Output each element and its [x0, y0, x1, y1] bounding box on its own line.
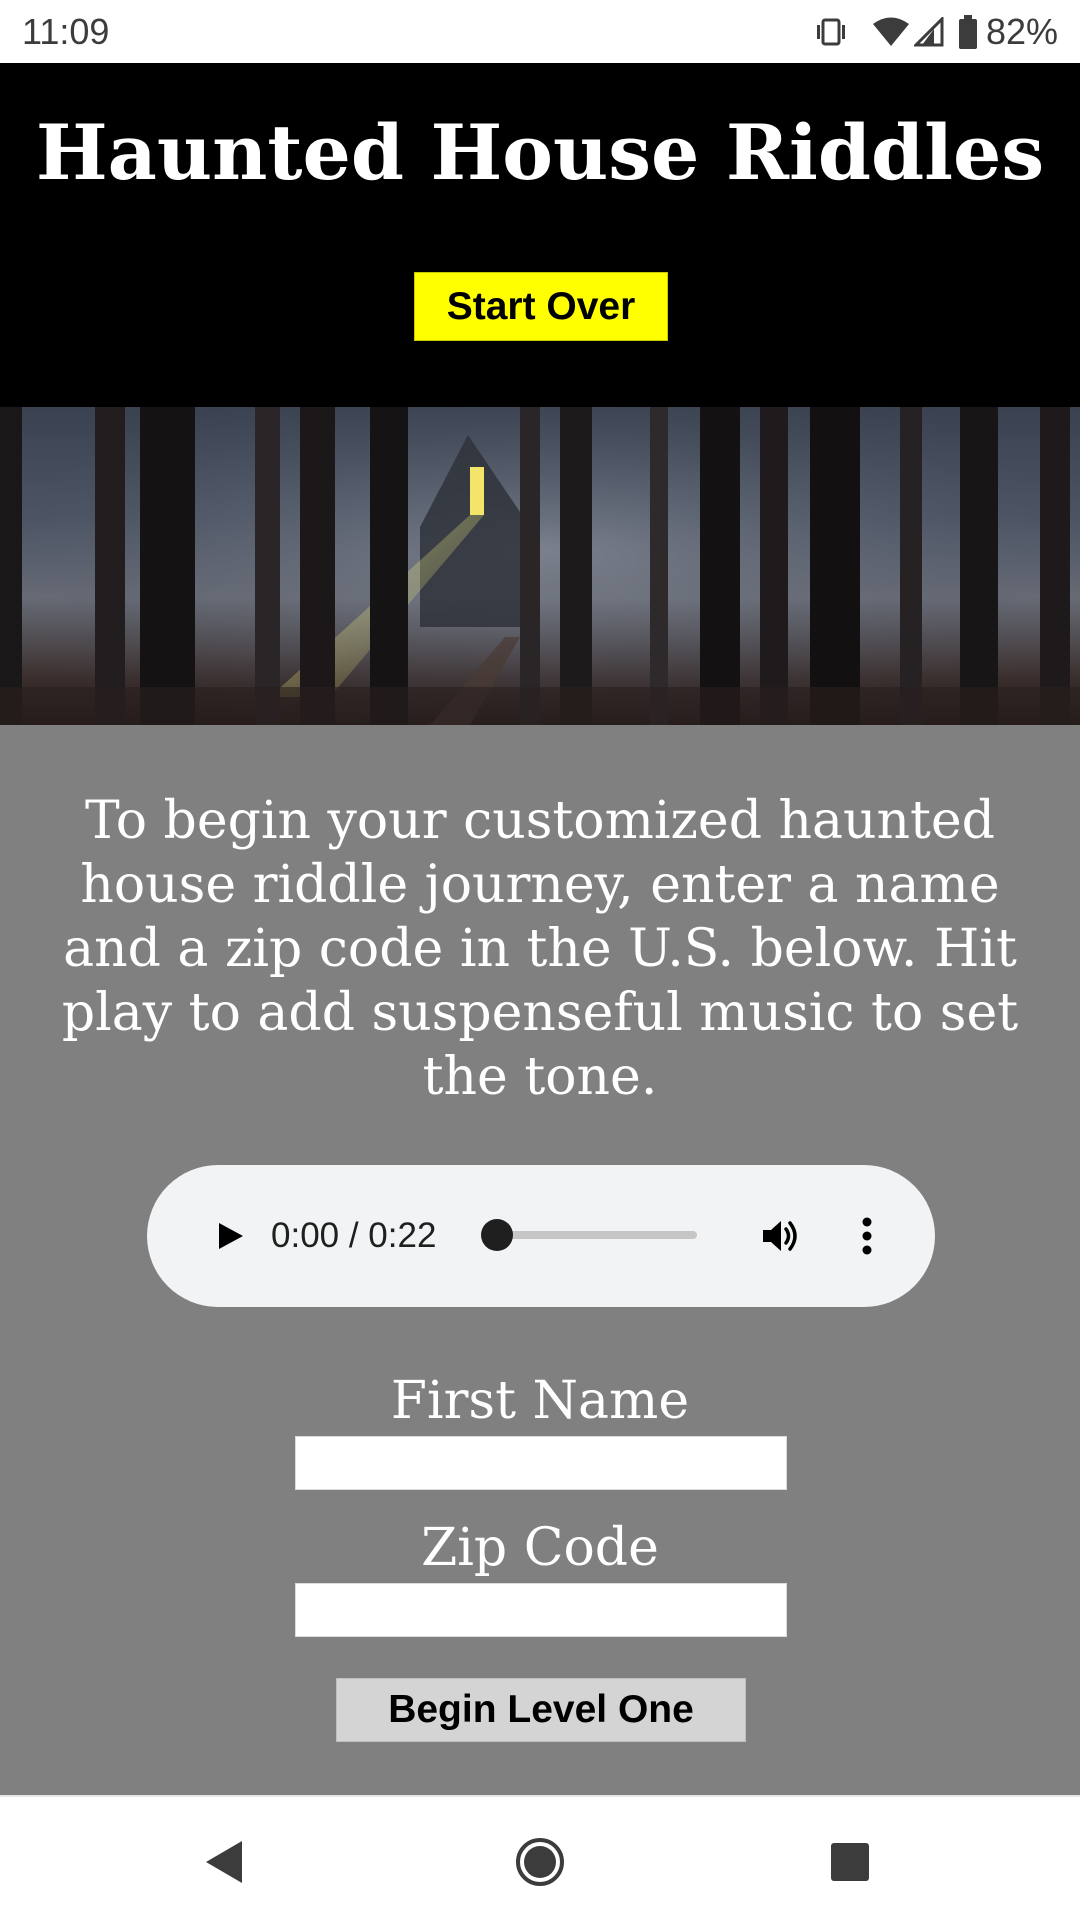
status-bar: 11:09 82%: [0, 0, 1080, 63]
main-content: To begin your customized haunted house r…: [0, 725, 1080, 1795]
status-time: 11:09: [22, 11, 110, 52]
more-vert-icon[interactable]: [847, 1215, 887, 1257]
cell-signal-icon: [913, 17, 944, 47]
page-title: Haunted House Riddles: [35, 108, 1045, 197]
zip-code-input[interactable]: [295, 1583, 787, 1637]
audio-time: 0:00 / 0:22: [271, 1216, 437, 1255]
header: Haunted House Riddles Start Over: [0, 63, 1080, 407]
zip-code-label: Zip Code: [421, 1518, 659, 1578]
audio-progress-thumb[interactable]: [481, 1219, 513, 1251]
recents-icon[interactable]: [815, 1827, 885, 1897]
start-over-button[interactable]: Start Over: [414, 272, 668, 341]
navigation-bar: [0, 1795, 1080, 1920]
home-icon[interactable]: [505, 1827, 575, 1897]
battery-percent: 82%: [985, 11, 1058, 52]
play-icon[interactable]: [203, 1211, 253, 1261]
first-name-input[interactable]: [295, 1436, 787, 1490]
volume-icon[interactable]: [757, 1213, 803, 1259]
first-name-label: First Name: [390, 1371, 690, 1431]
battery-icon: [958, 15, 977, 49]
wifi-icon: [872, 17, 909, 46]
status-icons: 82%: [814, 10, 1058, 54]
back-icon[interactable]: [190, 1827, 260, 1897]
audio-progress-slider[interactable]: [481, 1219, 697, 1251]
intro-text: To begin your customized haunted house r…: [61, 791, 1019, 1107]
haunted-forest-illustration: [0, 407, 1080, 725]
haunted-forest-image: [0, 407, 1080, 725]
audio-player: 0:00 / 0:22: [147, 1165, 935, 1307]
vibrate-icon: [816, 18, 845, 46]
begin-level-one-button[interactable]: Begin Level One: [336, 1678, 746, 1742]
